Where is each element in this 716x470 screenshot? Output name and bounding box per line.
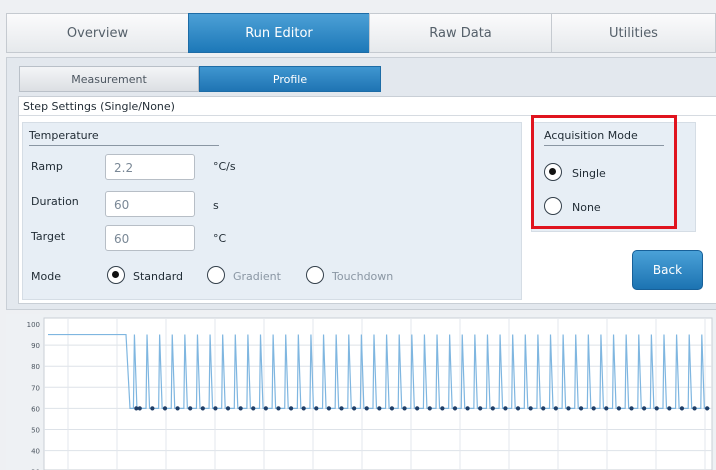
data-point [238,406,243,411]
highlight-box [531,115,677,229]
tab-overview[interactable]: Overview [6,13,188,53]
data-point [352,406,357,411]
data-point [415,406,420,411]
data-point [515,406,521,411]
ramp-input[interactable]: 2.2 [105,154,195,180]
top-tab-bar: Overview Run Editor Raw Data Utilities [6,13,716,55]
data-point [566,406,571,411]
data-point [389,406,395,411]
duration-label: Duration [31,195,79,208]
back-button[interactable]: Back [632,250,703,290]
data-point [200,406,205,411]
tab-run-editor[interactable]: Run Editor [188,13,369,53]
step-settings-title: Step Settings (Single/None) [23,100,175,113]
data-point [679,406,685,411]
data-point [288,406,294,411]
data-point [541,406,546,411]
mode-touchdown-label: Touchdown [332,270,394,283]
data-point [175,406,180,411]
mode-standard-radio[interactable] [107,266,125,284]
y-tick-label: 90 [31,342,40,350]
y-tick-label: 40 [31,448,40,456]
data-point [402,406,407,411]
y-tick-label: 100 [27,321,40,329]
data-point [326,406,332,411]
data-point [213,406,218,411]
temperature-group: Temperature Ramp 2.2 °C/s Duration 60 s … [22,122,522,300]
tab-measurement[interactable]: Measurement [19,66,199,92]
data-point [301,406,306,411]
data-point [478,406,483,411]
data-point [490,406,495,411]
duration-unit: s [213,199,219,212]
data-point [616,406,622,411]
tab-raw-data[interactable]: Raw Data [369,13,551,53]
divider [29,145,219,146]
data-point [667,406,672,411]
ramp-unit: °C/s [213,160,236,173]
data-point [263,406,268,411]
data-point [314,406,319,411]
profile-chart: 10090807060504030 [6,314,716,470]
data-point [440,406,445,411]
mode-gradient-radio[interactable] [207,266,225,284]
y-tick-label: 60 [31,405,40,413]
data-point [188,406,193,411]
mode-gradient-label: Gradient [233,270,281,283]
y-tick-label: 50 [31,427,40,435]
temperature-label: Temperature [29,129,99,142]
data-point [629,406,634,411]
target-unit: °C [213,232,227,245]
data-point [604,406,609,411]
mode-label: Mode [31,270,61,283]
data-point [364,406,369,411]
data-point [162,406,168,411]
data-point [591,406,596,411]
plot-background [43,317,713,470]
data-point [137,406,142,411]
target-label: Target [31,230,66,243]
data-point [427,406,432,411]
data-point [465,406,470,411]
data-point [528,406,533,411]
data-point [377,406,382,411]
data-point [251,406,256,411]
duration-input[interactable]: 60 [105,191,195,217]
data-point [452,406,458,411]
data-point [339,406,344,411]
data-point [642,406,647,411]
data-point [578,406,584,411]
data-point [276,406,281,411]
mode-standard-label: Standard [133,270,184,283]
sub-tab-bar: Measurement Profile [19,66,381,92]
data-point [692,406,697,411]
data-point [225,406,231,411]
data-point [654,406,659,411]
profile-chart-svg: 10090807060504030 [27,317,713,470]
data-point [503,406,508,411]
y-tick-label: 80 [31,363,40,371]
mode-touchdown-radio[interactable] [306,266,324,284]
y-tick-label: 70 [31,384,40,392]
data-point [553,406,558,411]
ramp-label: Ramp [31,160,63,173]
tab-profile[interactable]: Profile [199,66,381,92]
tab-utilities[interactable]: Utilities [551,13,716,53]
data-point [150,406,155,411]
data-point [705,406,710,411]
target-input[interactable]: 60 [105,225,195,251]
